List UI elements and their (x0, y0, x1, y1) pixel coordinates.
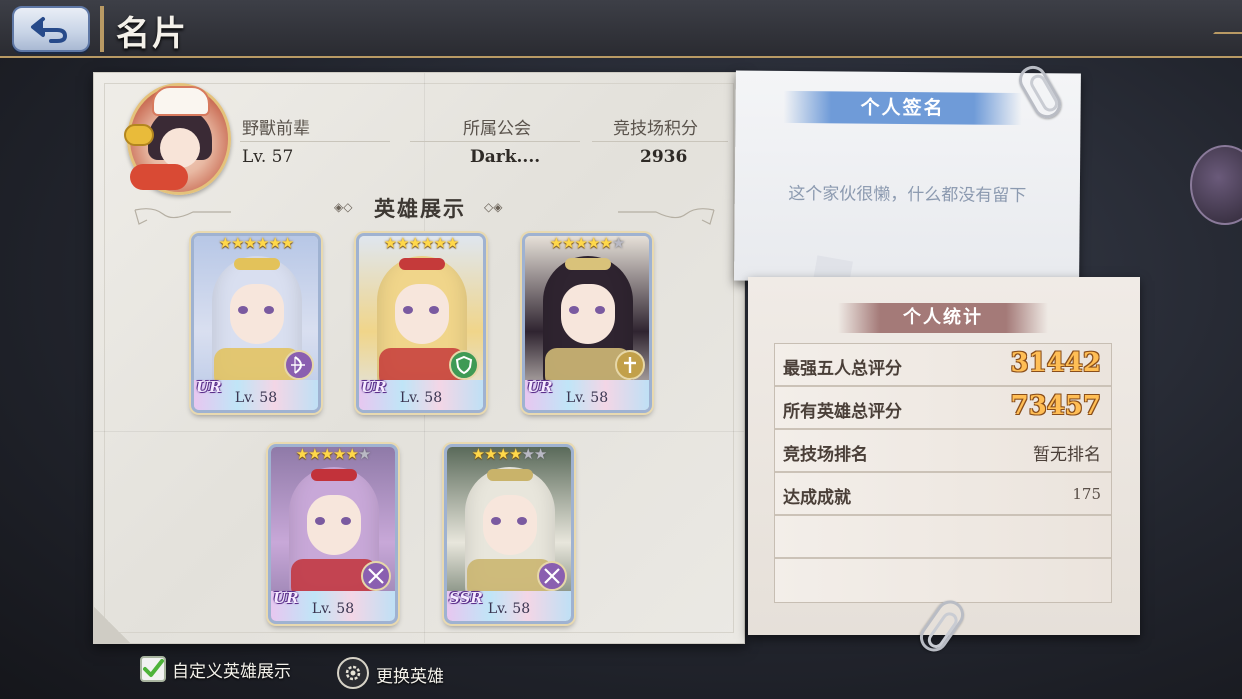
stats-row: 最强五人总评分 31442 (775, 344, 1111, 387)
stats-row-empty (775, 516, 1111, 559)
star-icon: ★ (308, 445, 321, 463)
hero-card[interactable]: ★★★★★★ SSR Lv. 58 (444, 444, 574, 624)
star-icon: ★ (218, 234, 232, 252)
stats-title: 个人统计 (838, 303, 1048, 333)
custom-display-checkbox[interactable] (140, 656, 166, 682)
top-bar: 名片 (0, 0, 1242, 58)
star-icon: ★ (496, 445, 510, 463)
star-icon: ★ (574, 234, 588, 252)
star-icon: ★ (587, 234, 600, 252)
star-icon: ★ (333, 445, 346, 463)
hero-level: Lv. 58 (399, 390, 443, 406)
signature-text[interactable]: 这个家伙很懒，什么都没有留下 (735, 178, 1080, 206)
signature-title: 个人签名 (783, 90, 1022, 125)
star-icon: ★ (484, 445, 497, 463)
change-hero-label[interactable]: 更换英雄 (376, 662, 444, 687)
stats-value: 31442 (1010, 348, 1101, 378)
star-icon: ★ (421, 234, 434, 252)
hero-level: Lv. 58 (311, 601, 355, 617)
star-rating: ★★★★★★ (525, 234, 649, 252)
stats-table: 最强五人总评分 31442 所有英雄总评分 73457 竞技场排名 暂无排名 达… (774, 343, 1112, 603)
guild-value[interactable]: Dark.... (470, 147, 540, 167)
star-icon: ★ (445, 234, 459, 252)
swords-icon (361, 561, 391, 591)
star-icon: ★ (243, 234, 257, 252)
star-icon: ★ (231, 234, 244, 252)
hero-level: Lv. 58 (234, 390, 278, 406)
back-button[interactable] (12, 6, 90, 52)
star-empty-icon: ★ (521, 445, 534, 463)
paper-corner-curl (94, 607, 130, 643)
gold-ingot-icon (124, 124, 154, 146)
stats-note: 个人统计 最强五人总评分 31442 所有英雄总评分 73457 竞技场排名 暂… (748, 277, 1140, 635)
hero-card[interactable]: ★★★★★★ UR Lv. 58 (191, 233, 321, 413)
hero-card[interactable]: ★★★★★★ UR Lv. 58 (356, 233, 486, 413)
bow-icon (284, 350, 314, 380)
star-icon: ★ (396, 234, 409, 252)
stats-value: 175 (1072, 485, 1101, 503)
stats-row: 竞技场排名 暂无排名 (775, 430, 1111, 473)
arena-points-label: 竞技场积分 (613, 119, 698, 139)
star-rating: ★★★★★★ (447, 445, 571, 463)
stats-row: 所有英雄总评分 73457 (775, 387, 1111, 430)
star-icon: ★ (280, 234, 294, 252)
star-empty-icon: ★ (533, 445, 547, 463)
player-name: 野獸前辈 (242, 119, 310, 139)
star-rating: ★★★★★★ (194, 234, 318, 252)
back-arrow-icon (31, 17, 67, 43)
hero-level: Lv. 58 (565, 390, 609, 406)
star-icon: ★ (562, 234, 575, 252)
stats-value: 73457 (1010, 391, 1101, 421)
left-ornament (133, 204, 233, 230)
swords-icon (537, 561, 567, 591)
cross-icon (615, 350, 645, 380)
star-empty-icon: ★ (611, 234, 625, 252)
guild-label: 所属公会 (463, 119, 531, 139)
hero-card[interactable]: ★★★★★★ UR Lv. 58 (522, 233, 652, 413)
lucky-cat-hat-icon (152, 86, 210, 116)
stats-label: 最强五人总评分 (783, 359, 902, 379)
star-rating: ★★★★★★ (271, 445, 395, 463)
koi-fish-icon (130, 164, 188, 190)
star-icon: ★ (295, 445, 309, 463)
star-rating: ★★★★★★ (359, 234, 483, 252)
right-ornament (616, 204, 716, 230)
star-icon: ★ (433, 234, 446, 252)
stats-label: 竞技场排名 (783, 445, 868, 465)
star-icon: ★ (509, 445, 522, 463)
hero-card[interactable]: ★★★★★★ UR Lv. 58 (268, 444, 398, 624)
star-icon: ★ (268, 234, 281, 252)
stats-row: 达成成就 175 (775, 473, 1111, 516)
page-title: 名片 (116, 14, 188, 54)
side-menu-orb[interactable] (1190, 145, 1242, 225)
stats-value: 暂无排名 (1033, 445, 1101, 465)
star-icon: ★ (320, 445, 334, 463)
star-icon: ★ (471, 445, 485, 463)
stats-row-empty (775, 559, 1111, 602)
change-hero-button[interactable] (337, 657, 369, 689)
star-icon: ★ (408, 234, 422, 252)
stats-label: 所有英雄总评分 (783, 402, 902, 422)
stats-label: 达成成就 (783, 488, 851, 508)
custom-display-label: 自定义英雄展示 (172, 661, 291, 682)
hero-showcase-title: 英雄展示 (374, 196, 466, 221)
star-icon: ★ (256, 234, 269, 252)
gear-icon (345, 665, 361, 681)
star-icon: ★ (383, 234, 397, 252)
arena-points-value: 2936 (640, 147, 688, 167)
custom-display-toggle[interactable]: 自定义英雄展示 (140, 656, 291, 682)
avatar[interactable] (124, 83, 231, 195)
star-icon: ★ (345, 445, 358, 463)
diamond-ornament-icon: ◇◈ (484, 200, 503, 214)
shield-icon (449, 350, 479, 380)
star-empty-icon: ★ (357, 445, 371, 463)
player-level: Lv. 57 (242, 147, 294, 167)
title-divider (100, 6, 104, 52)
star-icon: ★ (549, 234, 563, 252)
checkmark-icon (143, 659, 164, 677)
hero-level: Lv. 58 (487, 601, 531, 617)
star-icon: ★ (599, 234, 612, 252)
